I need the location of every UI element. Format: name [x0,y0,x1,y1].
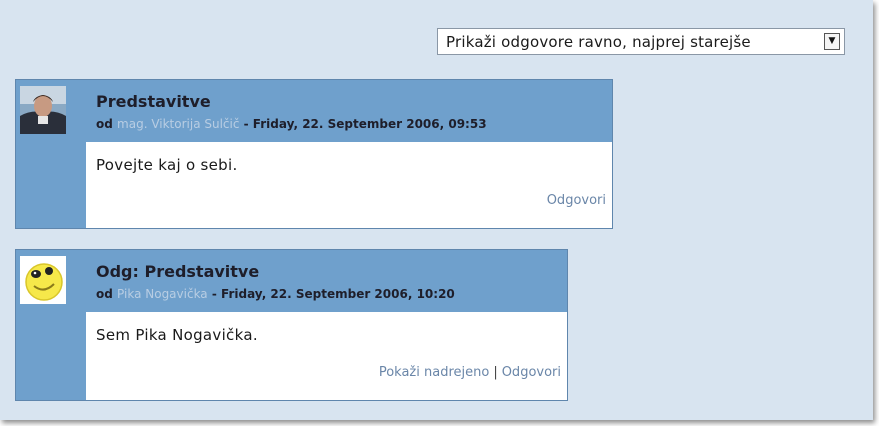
by-prefix: od [96,287,113,301]
forum-discussion-panel: Prikaži odgovore ravno, najprej starejše… [0,0,873,420]
reply-link[interactable]: Odgovori [547,193,606,208]
post-title[interactable]: Odg: Predstavitve [96,262,259,281]
post-body: Povejte kaj o sebi. Odgovori [86,142,612,228]
post-commands: Pokaži nadrejeno | Odgovori [379,365,561,380]
smiley-face-icon[interactable] [20,256,66,304]
display-mode-selected-value: Prikaži odgovore ravno, najprej starejše [446,32,751,51]
author-link[interactable]: mag. Viktorija Sulčič [117,117,239,131]
post-message: Povejte kaj o sebi. [96,156,238,174]
forum-post: Odg: Predstavitve od Pika Nogavička - Fr… [15,249,568,401]
post-header: Odg: Predstavitve od Pika Nogavička - Fr… [86,250,567,312]
user-photo-icon[interactable] [20,86,66,134]
post-date: - Friday, 22. September 2006, 09:53 [243,117,487,131]
post-date: - Friday, 22. September 2006, 10:20 [211,287,455,301]
post-body: Sem Pika Nogavička. Pokaži nadrejeno | Odg… [86,312,567,400]
display-mode-select[interactable]: Prikaži odgovore ravno, najprej starejše… [437,28,845,55]
show-parent-link[interactable]: Pokaži nadrejeno [379,365,489,380]
dropdown-arrow-icon[interactable]: ▼ [824,33,840,50]
by-prefix: od [96,117,113,131]
post-commands: Odgovori [547,193,606,208]
forum-post: Predstavitve od mag. Viktorija Sulčič - … [15,79,613,229]
post-message: Sem Pika Nogavička. [96,326,258,344]
post-meta: od mag. Viktorija Sulčič - Friday, 22. S… [96,117,487,131]
post-meta: od Pika Nogavička - Friday, 22. Septembe… [96,287,455,301]
post-title[interactable]: Predstavitve [96,92,211,111]
link-separator: | [493,365,498,380]
author-link[interactable]: Pika Nogavička [117,287,208,301]
post-header: Predstavitve od mag. Viktorija Sulčič - … [86,80,612,142]
reply-link[interactable]: Odgovori [502,365,561,380]
